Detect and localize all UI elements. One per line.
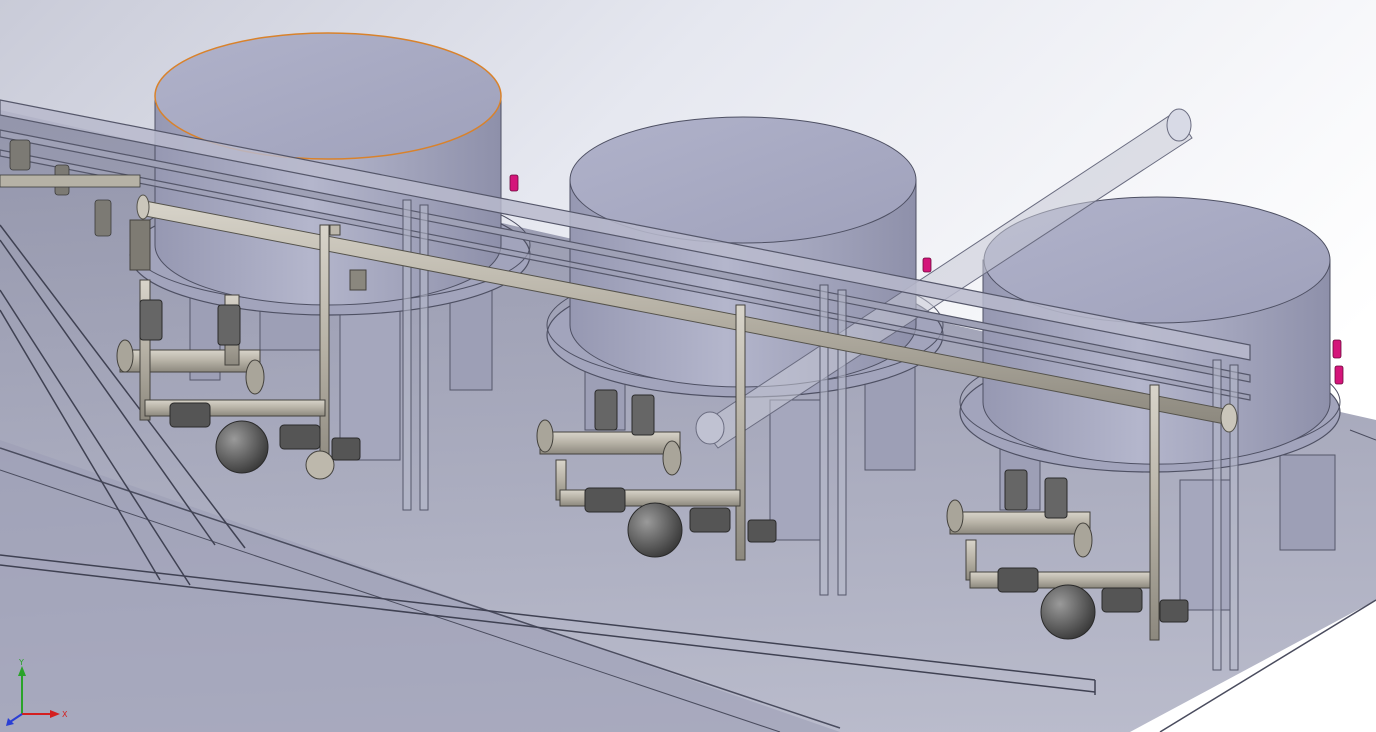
coordinate-triad: Y X bbox=[6, 658, 68, 726]
z-axis-arrow bbox=[6, 713, 23, 726]
x-axis-label: X bbox=[62, 710, 68, 719]
cad-model-viewport[interactable] bbox=[0, 0, 1376, 732]
x-axis-arrow bbox=[22, 710, 60, 718]
y-axis-label: Y bbox=[18, 658, 24, 667]
y-axis-arrow bbox=[18, 666, 26, 714]
